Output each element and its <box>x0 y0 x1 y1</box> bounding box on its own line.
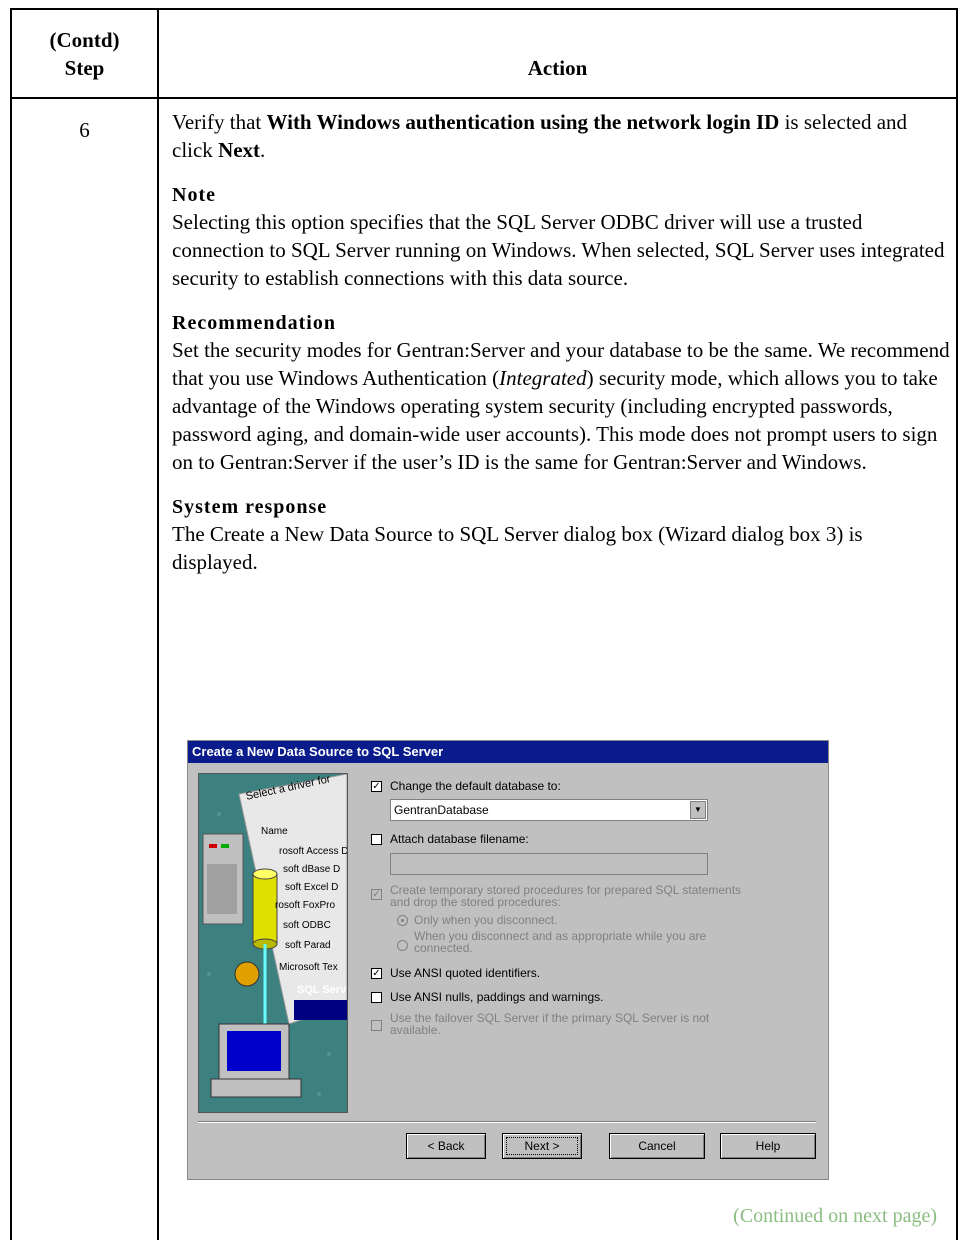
instruction-end: . <box>260 138 266 162</box>
system-response-text: The Create a New Data Source to SQL Serv… <box>172 522 863 574</box>
note-section: Note Selecting this option specifies tha… <box>172 182 952 292</box>
art-line-selected: SQL Serv <box>297 984 347 996</box>
default-database-select[interactable]: GentranDatabase ▼ <box>390 799 708 821</box>
recommendation-section: Recommendation Set the security modes fo… <box>172 310 952 476</box>
cancel-button[interactable]: Cancel <box>609 1133 705 1159</box>
temp-procedures-label: Create temporary stored procedures for p… <box>390 884 741 908</box>
note-heading: Note <box>172 184 216 206</box>
temp-procedures-line2: and drop the stored procedures: <box>390 895 561 909</box>
radio-only-when-disconnect[interactable] <box>397 915 408 926</box>
attach-db-filename-input[interactable] <box>390 853 708 875</box>
default-database-value: GentranDatabase <box>394 803 489 817</box>
ansi-nulls-label: Use ANSI nulls, paddings and warnings. <box>390 990 604 1004</box>
note-text: Selecting this option specifies that the… <box>172 210 945 290</box>
radio-only-label: Only when you disconnect. <box>414 913 558 927</box>
column-divider <box>157 10 159 1240</box>
step-number: 6 <box>79 118 90 142</box>
action-column-header: Action <box>527 56 588 80</box>
step-header-line1: (Contd) <box>49 28 120 52</box>
recommendation-italic: Integrated <box>499 366 587 390</box>
instruction-option: With Windows authentication using the ne… <box>266 110 780 134</box>
chevron-down-icon[interactable]: ▼ <box>690 801 706 819</box>
continued-note: (Continued on next page) <box>733 1205 937 1227</box>
step-header-line2: Step <box>64 56 105 80</box>
art-line: rosoft Access D <box>279 846 348 857</box>
art-line: soft dBase D <box>283 864 341 875</box>
art-line: rosoft FoxPro <box>275 900 336 911</box>
temp-procedures-checkbox[interactable]: ✓ <box>371 889 382 900</box>
ansi-quoted-checkbox[interactable]: ✓ <box>371 968 382 979</box>
back-button[interactable]: < Back <box>406 1133 486 1159</box>
action-content: Verify that With Windows authentication … <box>172 108 952 576</box>
system-response-section: System response The Create a New Data So… <box>172 494 952 576</box>
header-divider <box>12 97 956 99</box>
art-line: Microsoft Tex <box>279 962 338 973</box>
radio-when-label: When you disconnect and as appropriate w… <box>414 930 706 954</box>
radio-when-line2: connected. <box>414 941 473 955</box>
failover-line2: available. <box>390 1023 441 1037</box>
radio-when-appropriate[interactable] <box>397 940 408 951</box>
create-data-source-dialog: Create a New Data Source to SQL Server S… <box>187 740 829 1180</box>
recommendation-text: Set the security modes for Gentran:Serve… <box>172 336 952 476</box>
step-instruction: Verify that With Windows authentication … <box>172 108 952 164</box>
failover-checkbox[interactable] <box>371 1020 382 1031</box>
change-default-db-label: Change the default database to: <box>390 779 561 793</box>
instruction-next: Next <box>218 138 261 162</box>
art-line: soft ODBC <box>283 920 331 931</box>
failover-label: Use the failover SQL Server if the prima… <box>390 1012 709 1036</box>
step-column-header: (Contd) Step <box>12 26 157 82</box>
system-response-heading: System response <box>172 496 328 518</box>
attach-db-label: Attach database filename: <box>390 832 529 846</box>
dialog-title: Create a New Data Source to SQL Server <box>188 741 828 763</box>
art-line: soft Excel D <box>285 882 339 893</box>
instruction-text: Verify that <box>172 110 267 134</box>
recommendation-heading: Recommendation <box>172 312 336 334</box>
help-button[interactable]: Help <box>720 1133 816 1159</box>
change-default-db-checkbox[interactable]: ✓ <box>371 781 382 792</box>
art-line: Name <box>261 826 288 837</box>
wizard-illustration: Select a driver for Name rosoft Access D… <box>198 773 348 1113</box>
attach-db-checkbox[interactable] <box>371 834 382 845</box>
art-line: soft Parad <box>285 940 331 951</box>
ansi-nulls-checkbox[interactable] <box>371 992 382 1003</box>
next-button[interactable]: Next > <box>502 1133 582 1159</box>
dialog-separator <box>198 1121 816 1123</box>
ansi-quoted-label: Use ANSI quoted identifiers. <box>390 966 541 980</box>
